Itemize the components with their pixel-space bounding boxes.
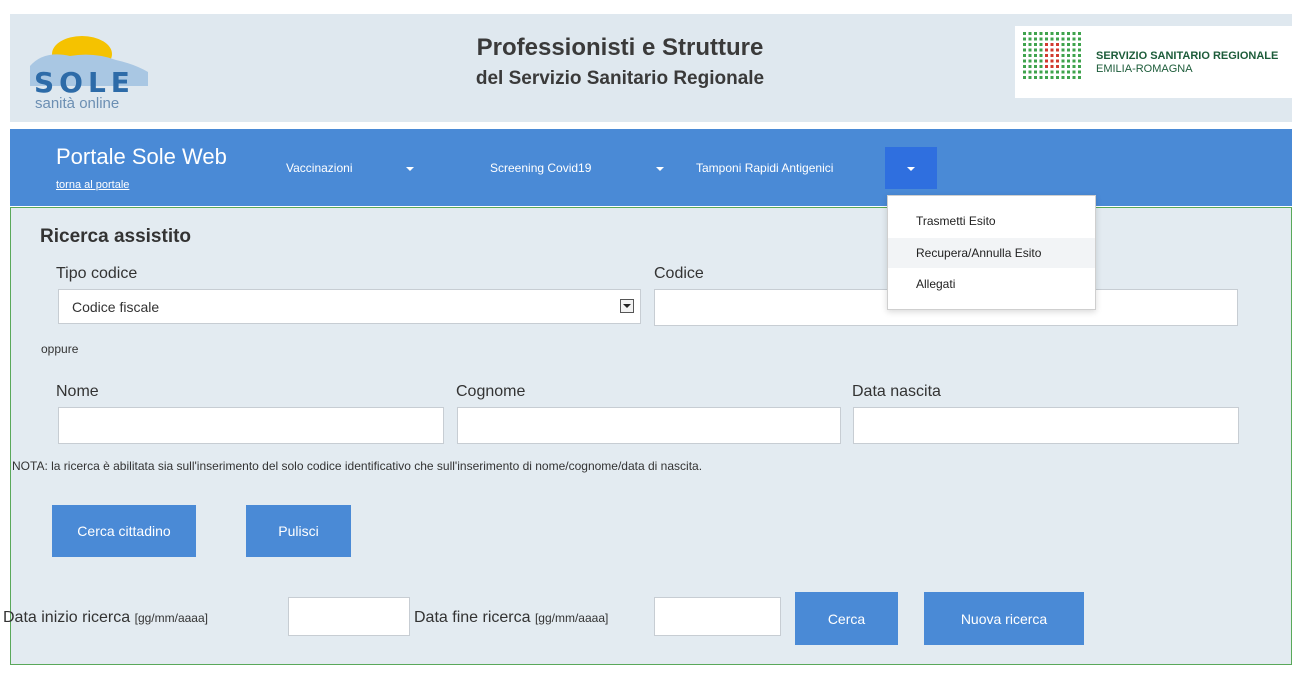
data-inizio-label: Data inizio ricerca [gg/mm/aaaa] bbox=[3, 609, 208, 627]
date-format-hint: [gg/mm/aaaa] bbox=[534, 611, 609, 625]
date-format-hint: [gg/mm/aaaa] bbox=[134, 611, 208, 625]
chevron-down-icon bbox=[907, 167, 915, 171]
site-header: SOLE sanità online Professionisti e Stru… bbox=[10, 14, 1292, 122]
data-nascita-label: Data nascita bbox=[852, 383, 941, 400]
search-panel: Ricerca assistito Tipo codice Codice fis… bbox=[3, 207, 1292, 665]
tamponi-dropdown-menu: Trasmetti Esito Recupera/Annulla Esito A… bbox=[887, 195, 1096, 310]
data-inizio-input[interactable] bbox=[288, 597, 410, 636]
cerca-cittadino-button[interactable]: Cerca cittadino bbox=[52, 505, 196, 557]
tipo-codice-value: Codice fiscale bbox=[72, 299, 160, 315]
ssr-grid-icon bbox=[1023, 32, 1081, 79]
nav-brand[interactable]: Portale Sole Web bbox=[56, 144, 227, 170]
ssr-name: SERVIZIO SANITARIO REGIONALE bbox=[1096, 50, 1279, 62]
chevron-down-icon[interactable] bbox=[406, 167, 414, 171]
menu-item-allegati[interactable]: Allegati bbox=[888, 269, 1095, 299]
data-fine-label: Data fine ricerca [gg/mm/aaaa] bbox=[414, 609, 608, 627]
main-navbar: Portale Sole Web torna al portale Vaccin… bbox=[10, 129, 1292, 206]
section-title: Ricerca assistito bbox=[40, 226, 192, 247]
nome-input[interactable] bbox=[58, 407, 444, 444]
data-fine-input[interactable] bbox=[654, 597, 781, 636]
nav-item-tamponi[interactable]: Tamponi Rapidi Antigenici bbox=[696, 161, 833, 175]
cerca-button[interactable]: Cerca bbox=[795, 592, 898, 645]
nav-item-screening-covid19[interactable]: Screening Covid19 bbox=[490, 161, 591, 175]
chevron-down-icon[interactable] bbox=[656, 167, 664, 171]
pulisci-button[interactable]: Pulisci bbox=[246, 505, 351, 557]
nome-label: Nome bbox=[56, 383, 99, 400]
search-note: NOTA: la ricerca è abilitata sia sull'in… bbox=[12, 459, 703, 473]
tamponi-dropdown-toggle[interactable] bbox=[885, 147, 937, 189]
select-arrow-icon[interactable] bbox=[620, 299, 634, 313]
data-nascita-input[interactable] bbox=[853, 407, 1239, 444]
sole-logo[interactable]: SOLE sanità online bbox=[24, 24, 154, 116]
ssr-region: EMILIA-ROMAGNA bbox=[1096, 63, 1193, 75]
menu-item-trasmetti-esito[interactable]: Trasmetti Esito bbox=[888, 206, 1095, 236]
back-to-portal-link[interactable]: torna al portale bbox=[56, 179, 129, 191]
cognome-label: Cognome bbox=[456, 383, 526, 400]
nuova-ricerca-button[interactable]: Nuova ricerca bbox=[924, 592, 1084, 645]
data-inizio-label-text: Data inizio ricerca bbox=[3, 609, 131, 626]
data-fine-label-text: Data fine ricerca bbox=[414, 609, 531, 626]
codice-label: Codice bbox=[654, 265, 704, 282]
nav-item-vaccinazioni[interactable]: Vaccinazioni bbox=[286, 161, 352, 175]
tipo-codice-select[interactable]: Codice fiscale bbox=[58, 289, 641, 324]
oppure-text: oppure bbox=[41, 342, 79, 356]
logo-subtitle: sanità online bbox=[35, 95, 120, 112]
ssr-logo: SERVIZIO SANITARIO REGIONALE EMILIA-ROMA… bbox=[1015, 26, 1292, 98]
tipo-codice-label: Tipo codice bbox=[56, 265, 138, 282]
cognome-input[interactable] bbox=[457, 407, 841, 444]
menu-item-recupera-annulla-esito[interactable]: Recupera/Annulla Esito bbox=[888, 238, 1095, 268]
page-subtitle: del Servizio Sanitario Regionale bbox=[475, 68, 765, 89]
page-title: Professionisti e Strutture bbox=[476, 34, 764, 61]
